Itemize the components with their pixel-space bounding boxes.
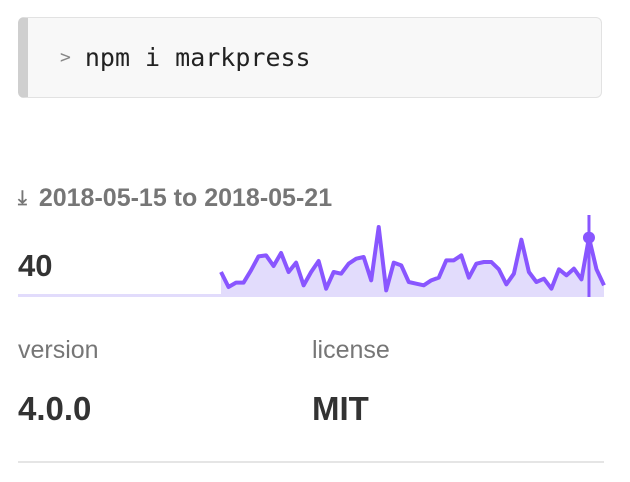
license-value: MIT (312, 390, 369, 427)
version-label: version (18, 336, 99, 364)
sparkline-area (221, 227, 604, 297)
install-command[interactable]: npm i markpress (85, 43, 311, 72)
sparkline-hover-dot (582, 231, 595, 244)
license-label: license (312, 336, 390, 364)
version-value: 4.0.0 (18, 390, 92, 427)
downloads-sparkline[interactable] (0, 200, 630, 300)
install-command-box[interactable]: > npm i markpress (18, 17, 602, 98)
divider (18, 461, 604, 463)
sparkline-baseline (18, 294, 221, 297)
chevron-right-icon: > (60, 47, 71, 68)
